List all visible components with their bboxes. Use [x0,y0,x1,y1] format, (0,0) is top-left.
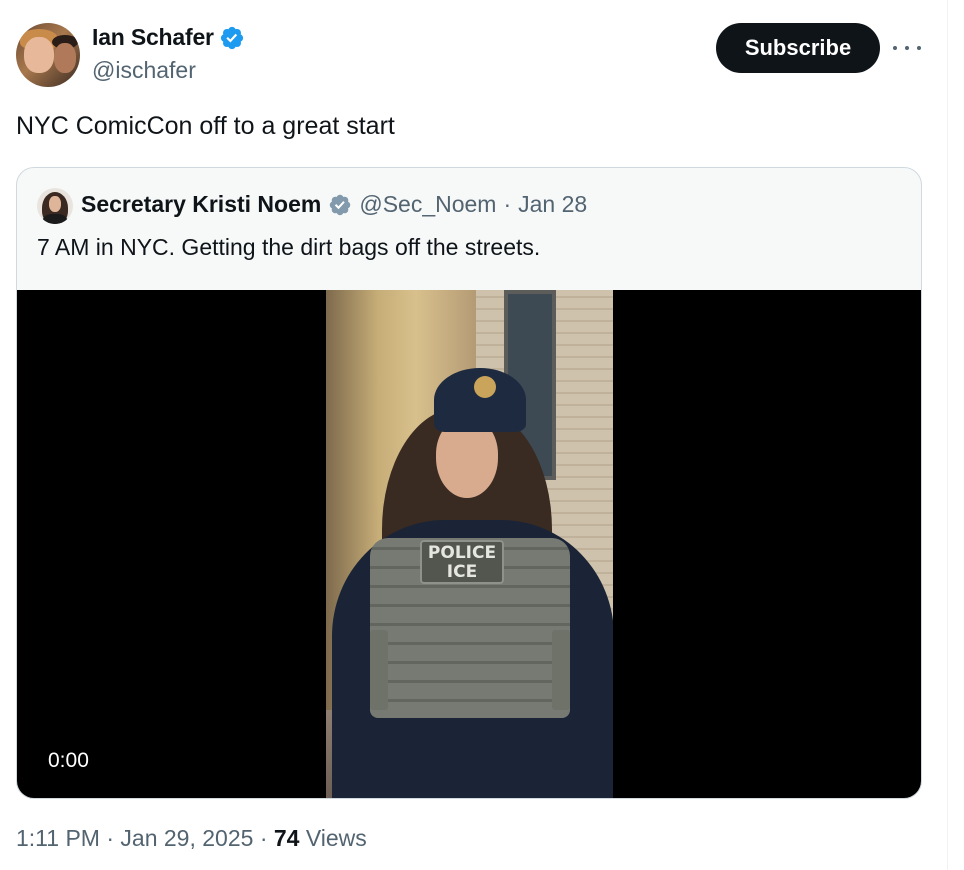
patch-line-police: POLICE [427,543,497,563]
tweet-page: Ian Schafer @ischafer Subscribe NYC Comi… [0,0,964,870]
quoted-tweet-text: 7 AM in NYC. Getting the dirt bags off t… [37,234,541,260]
column-divider [947,0,948,870]
more-horizontal-icon[interactable] [893,36,921,60]
quoted-tweet-card[interactable]: Secretary Kristi Noem @Sec_Noem · Jan 28… [16,167,922,799]
subscribe-button[interactable]: Subscribe [716,23,880,73]
video-player[interactable]: POLICE ICE 0:00 [17,290,921,798]
author-handle[interactable]: @ischafer [92,57,196,84]
author-name-row: Ian Schafer [92,24,245,51]
verified-badge-icon[interactable] [219,25,245,51]
quoted-author-name[interactable]: Secretary Kristi Noem [81,191,321,218]
separator-dot: · [503,191,512,217]
quoted-author-row: Secretary Kristi Noem @Sec_Noem · Jan 28 [81,191,587,218]
views-label[interactable]: Views [306,825,367,851]
views-count[interactable]: 74 [274,825,300,851]
quoted-author-handle[interactable]: @Sec_Noem [359,191,496,218]
separator-dot: · [106,825,115,851]
tweet-date[interactable]: Jan 29, 2025 [120,825,253,851]
separator-dot: · [259,825,268,851]
tweet-text: NYC ComicCon off to a great start [16,112,395,140]
tweet-meta: 1:11 PM · Jan 29, 2025 · 74 Views [16,825,367,852]
patch-line-ice: ICE [446,562,478,582]
author-display-name[interactable]: Ian Schafer [92,24,214,51]
government-badge-icon [330,194,351,215]
video-time-label: 0:00 [48,749,89,772]
tweet-time[interactable]: 1:11 PM [16,825,100,851]
quoted-author-avatar[interactable] [37,188,73,224]
vest-patch: POLICE ICE [420,540,504,584]
video-frame: POLICE ICE [326,290,613,798]
author-avatar[interactable] [16,23,80,87]
quoted-tweet-date[interactable]: Jan 28 [518,191,587,218]
